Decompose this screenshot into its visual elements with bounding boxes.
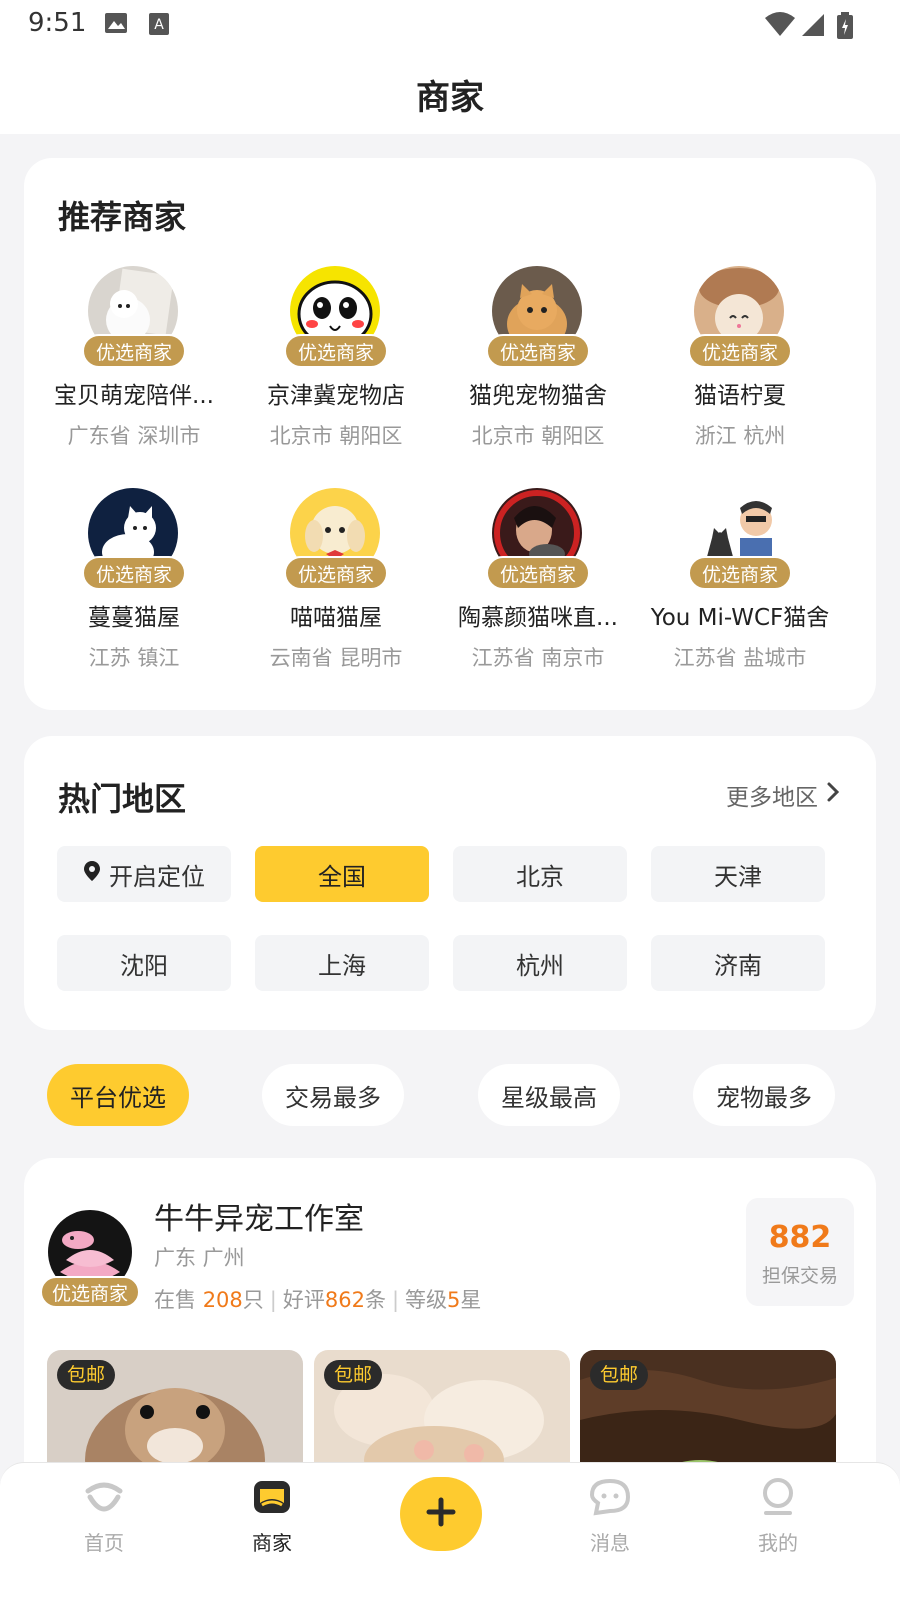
hot-areas-card: 热门地区 更多地区 开启定位 全国 北京 天津 沈阳 上海 杭州 济南 bbox=[24, 736, 876, 1030]
merchant-location: 江苏省 盐城市 bbox=[673, 646, 807, 670]
level-prefix: 等级 bbox=[405, 1288, 448, 1312]
guarantee-box: 882 担保交易 bbox=[746, 1198, 854, 1306]
city-chip-national[interactable]: 全国 bbox=[255, 846, 429, 902]
merchant-badge: 优选商家 bbox=[688, 556, 792, 590]
merchant-badge: 优选商家 bbox=[82, 556, 186, 590]
stats-divider: | bbox=[391, 1288, 400, 1312]
city-chip-hangzhou[interactable]: 杭州 bbox=[453, 935, 627, 991]
plus-icon bbox=[425, 1496, 457, 1532]
merchant-location: 北京市 朝阳区 bbox=[269, 424, 403, 448]
guarantee-count: 882 bbox=[768, 1220, 832, 1255]
sort-tab-most-trades[interactable]: 交易最多 bbox=[262, 1064, 404, 1126]
keyboard-a-icon: A bbox=[148, 12, 170, 40]
merchant-location: 江苏 镇江 bbox=[88, 646, 180, 670]
merchant-badge: 优选商家 bbox=[284, 556, 388, 590]
merchant-badge: 优选商家 bbox=[688, 334, 792, 368]
page-title: 商家 bbox=[416, 78, 484, 118]
battery-icon bbox=[836, 12, 854, 44]
merchant-name: 陶慕颜猫咪直... bbox=[458, 605, 618, 631]
merchant-location: 北京市 朝阳区 bbox=[471, 424, 605, 448]
svg-text:A: A bbox=[154, 17, 164, 33]
chevron-right-icon bbox=[826, 781, 840, 809]
shop-name: 牛牛异宠工作室 bbox=[154, 1202, 364, 1237]
status-bar: 9:51 A bbox=[0, 0, 900, 52]
city-chip-shanghai[interactable]: 上海 bbox=[255, 935, 429, 991]
shop-location: 广东 广州 bbox=[154, 1246, 245, 1270]
hot-areas-title: 热门地区 bbox=[58, 780, 187, 818]
enable-location-label: 开启定位 bbox=[109, 862, 205, 891]
city-chip-beijing[interactable]: 北京 bbox=[453, 846, 627, 902]
guarantee-label: 担保交易 bbox=[761, 1265, 838, 1287]
merchant-name: 猫兜宠物猫舍 bbox=[469, 383, 607, 409]
on-sale-suffix: 只 bbox=[242, 1288, 264, 1312]
reviews-count: 862 bbox=[324, 1288, 365, 1312]
tab-home[interactable]: 首页 bbox=[44, 1477, 164, 1556]
shop-badge: 优选商家 bbox=[40, 1276, 140, 1308]
tab-profile-label: 我的 bbox=[758, 1531, 798, 1555]
merchant-name: 宝贝萌宠陪伴... bbox=[54, 383, 214, 409]
stats-divider: | bbox=[269, 1288, 277, 1312]
profile-icon bbox=[756, 1478, 800, 1521]
tab-profile[interactable]: 我的 bbox=[718, 1477, 838, 1556]
wifi-icon bbox=[764, 12, 796, 42]
city-chip-tianjin[interactable]: 天津 bbox=[651, 846, 825, 902]
sort-tab-platform-pick[interactable]: 平台优选 bbox=[47, 1064, 189, 1126]
location-pin-icon bbox=[83, 860, 101, 888]
merchant-location: 浙江 杭州 bbox=[694, 424, 786, 448]
tab-shop-label: 商家 bbox=[252, 1531, 292, 1555]
city-chip-shenyang[interactable]: 沈阳 bbox=[57, 935, 231, 991]
message-icon bbox=[588, 1478, 632, 1521]
top-app-bar: 商家 bbox=[0, 52, 900, 134]
free-shipping-tag: 包邮 bbox=[590, 1360, 649, 1390]
shop-icon bbox=[250, 1481, 294, 1521]
free-shipping-tag: 包邮 bbox=[57, 1360, 116, 1390]
merchant-location: 广东省 深圳市 bbox=[67, 424, 201, 448]
merchant-badge: 优选商家 bbox=[486, 556, 590, 590]
city-chip-jinan[interactable]: 济南 bbox=[651, 935, 825, 991]
status-time: 9:51 bbox=[28, 8, 87, 38]
merchant-badge: 优选商家 bbox=[284, 334, 388, 368]
tab-messages-label: 消息 bbox=[590, 1531, 630, 1555]
enable-location-button[interactable]: 开启定位 bbox=[57, 846, 231, 902]
tab-shop[interactable]: 商家 bbox=[212, 1477, 332, 1556]
sort-tab-highest-rating[interactable]: 星级最高 bbox=[478, 1064, 620, 1126]
level-value: 5 bbox=[447, 1288, 461, 1312]
recommended-title: 推荐商家 bbox=[58, 198, 187, 236]
bottom-tab-bar: 首页 商家 消息 我的 bbox=[0, 1462, 900, 1600]
merchant-name: 蔓蔓猫屋 bbox=[88, 605, 180, 631]
merchant-name: You Mi-WCF猫舍 bbox=[650, 605, 830, 631]
merchant-badge: 优选商家 bbox=[82, 334, 186, 368]
merchant-badge: 优选商家 bbox=[486, 334, 590, 368]
signal-icon bbox=[800, 12, 826, 42]
tab-home-label: 首页 bbox=[84, 1531, 124, 1555]
merchant-location: 云南省 昆明市 bbox=[269, 646, 403, 670]
merchant-location: 江苏省 南京市 bbox=[471, 646, 605, 670]
free-shipping-tag: 包邮 bbox=[324, 1360, 383, 1390]
more-areas-link[interactable]: 更多地区 bbox=[726, 778, 840, 812]
merchant-name: 喵喵猫屋 bbox=[290, 605, 382, 631]
shop-stats: 在售 208只 | 好评862条 | 等级5星 bbox=[154, 1284, 481, 1314]
gallery-icon bbox=[104, 12, 128, 38]
recommended-merchants-card: 推荐商家 优选商家 宝贝萌宠陪伴... 广东省 深圳市 优选商家 京津冀宠物店 … bbox=[24, 158, 876, 710]
level-suffix: 星 bbox=[460, 1288, 482, 1312]
home-icon bbox=[82, 1482, 126, 1521]
tab-messages[interactable]: 消息 bbox=[550, 1477, 670, 1556]
reviews-prefix: 好评 bbox=[282, 1288, 325, 1312]
merchant-name: 京津冀宠物店 bbox=[267, 383, 405, 409]
sort-tab-most-pets[interactable]: 宠物最多 bbox=[693, 1064, 835, 1126]
on-sale-count: 208 bbox=[202, 1288, 243, 1312]
more-areas-label: 更多地区 bbox=[726, 785, 818, 811]
add-button[interactable] bbox=[400, 1477, 482, 1551]
on-sale-prefix: 在售 bbox=[154, 1288, 203, 1312]
reviews-suffix: 条 bbox=[364, 1288, 386, 1312]
merchant-name: 猫语柠夏 bbox=[694, 383, 786, 409]
